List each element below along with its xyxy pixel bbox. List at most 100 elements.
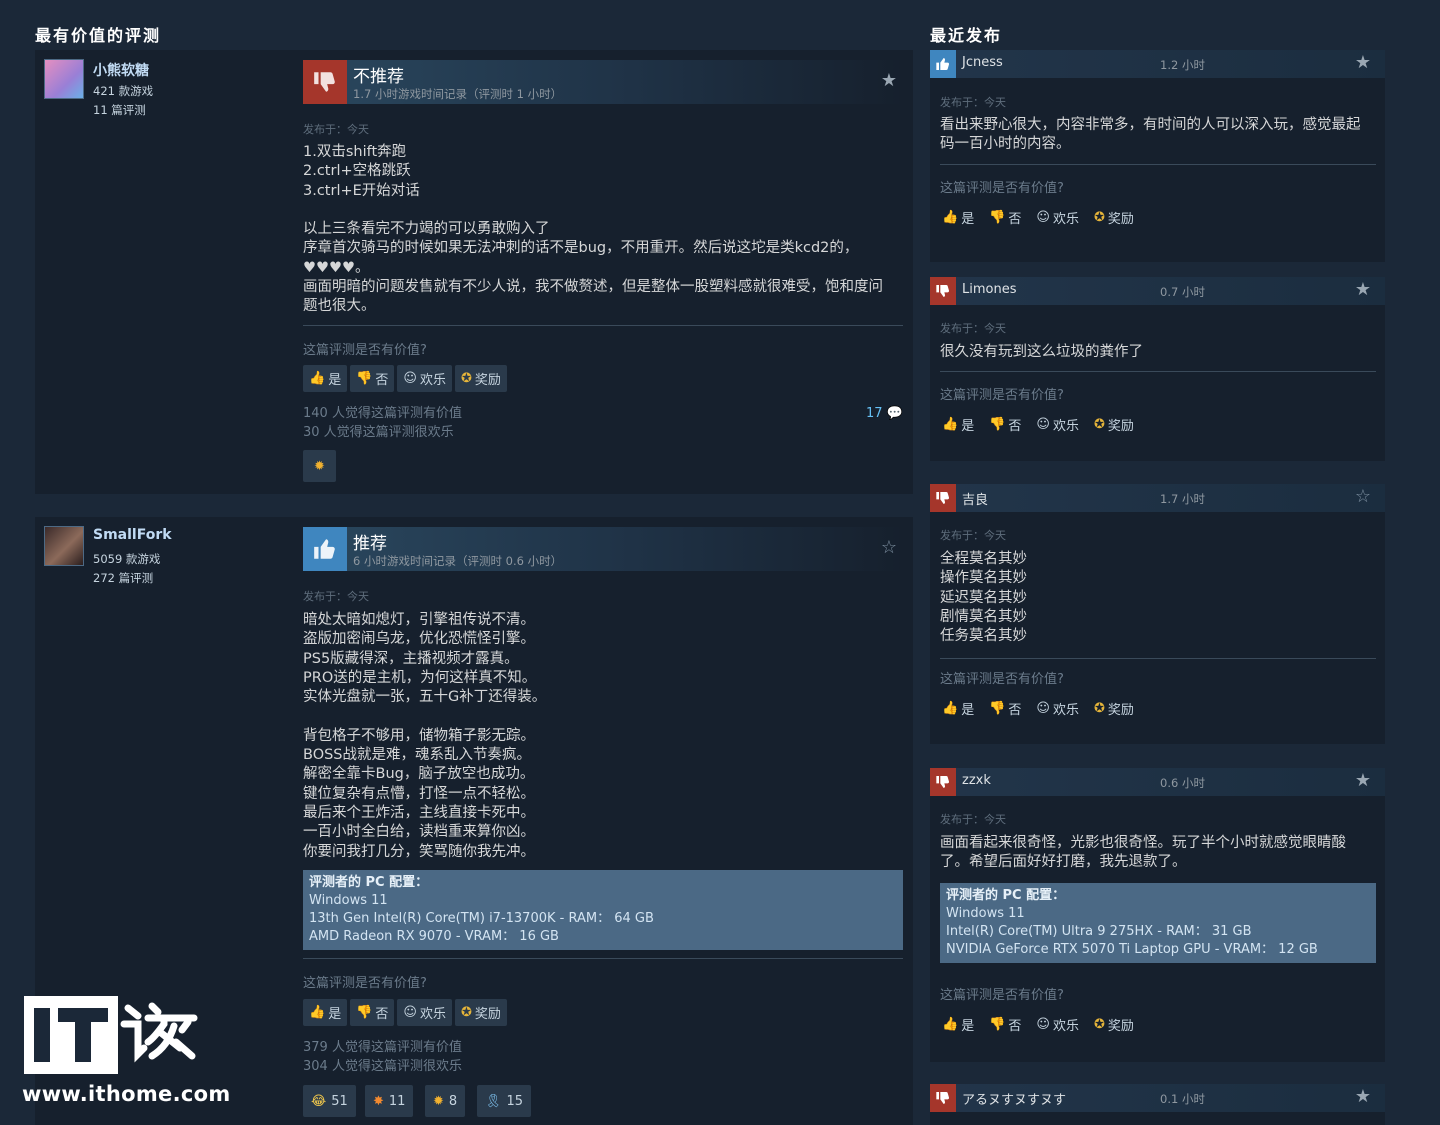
helpful-question: 这篇评测是否有价值? — [940, 988, 1064, 1003]
reviewer-name[interactable]: 小熊软糖 — [93, 60, 149, 80]
award-badge[interactable]: ✹ 8 — [425, 1085, 466, 1117]
star-outline-icon[interactable]: ☆ — [881, 537, 897, 558]
recent-review-header[interactable]: Jcness 1.2 小时 ★ — [930, 50, 1385, 78]
posted-date: 发布于：今天 — [303, 123, 369, 136]
posted-date: 发布于：今天 — [940, 529, 1006, 542]
no-label: 否 — [1008, 419, 1022, 434]
award-button[interactable]: ✪ 奖励 — [454, 365, 507, 392]
vote-buttons: 👍 是 👎 否 ☺ 欢乐 ✪ 奖励 — [936, 695, 1140, 722]
award-button[interactable]: ✪ 奖励 — [1088, 1011, 1140, 1038]
award-icon: ✪ — [1093, 417, 1105, 432]
star-outline-icon[interactable]: ☆ — [1355, 486, 1371, 507]
reviewer-name[interactable]: SmallFork — [93, 527, 172, 543]
funny-button[interactable]: ☺ 欢乐 — [1030, 695, 1085, 722]
divider — [303, 958, 903, 959]
no-button[interactable]: 👎 否 — [983, 1011, 1027, 1038]
star-icon[interactable]: ★ — [881, 70, 897, 91]
award-icon: ✪ — [1093, 1017, 1105, 1032]
star-icon[interactable]: ★ — [1355, 1086, 1371, 1107]
reviewer-reviews[interactable]: 11 篇评测 — [93, 102, 146, 118]
playtime: 0.6 小时 — [1160, 776, 1205, 790]
divider — [940, 658, 1376, 659]
yes-button[interactable]: 👍 是 — [936, 411, 980, 438]
review-header[interactable]: 推荐 6 小时游戏时间记录（评测时 0.6 小时） ☆ — [303, 527, 903, 571]
funny-button[interactable]: ☺ 欢乐 — [397, 365, 452, 392]
funny-label: 欢乐 — [1052, 703, 1079, 718]
review-text: 暗处太暗如熄灯，引擎祖传说不清。 盗版加密闹乌龙，优化恐慌怪引擎。 PS5版藏得… — [303, 612, 547, 860]
avatar[interactable] — [44, 526, 84, 566]
recent-review-header[interactable]: 吉良 1.7 小时 ☆ — [930, 484, 1385, 512]
no-label: 否 — [1008, 703, 1022, 718]
yes-button[interactable]: 👍 是 — [303, 365, 348, 392]
no-button[interactable]: 👎 否 — [983, 695, 1027, 722]
thumbs-down-icon — [930, 277, 956, 305]
review-header[interactable]: 不推荐 1.7 小时游戏时间记录（评测时 1 小时） ★ — [303, 60, 903, 104]
funny-button[interactable]: ☺ 欢乐 — [397, 999, 452, 1026]
award-button[interactable]: ✪ 奖励 — [1088, 695, 1140, 722]
thumbs-down-icon: 👎 — [356, 371, 373, 386]
most-helpful-title: 最有价值的评测 — [35, 26, 162, 45]
recent-review-header[interactable]: zzxk 0.6 小时 ★ — [930, 768, 1385, 796]
recent-review-header[interactable]: Limones 0.7 小时 ★ — [930, 277, 1385, 305]
playtime: 1.7 小时游戏时间记录（评测时 1 小时） — [353, 87, 563, 101]
yes-label: 是 — [328, 1007, 342, 1022]
award-badge[interactable]: 🎗 15 — [477, 1085, 532, 1117]
reviewer-name[interactable]: 吉良 — [962, 489, 988, 508]
pc-spec-line: Intel(R) Core(TM) Ultra 9 275HX - RAM： 3… — [946, 924, 1252, 939]
posted-date: 发布于：今天 — [303, 590, 369, 603]
smiley-icon: ☺ — [1036, 417, 1050, 432]
no-button[interactable]: 👎 否 — [983, 411, 1027, 438]
recent-review-header[interactable]: アるヌすヌすヌす 0.1 小时 ★ — [930, 1084, 1385, 1112]
fire-award-icon: ✸ — [373, 1093, 384, 1109]
award-badge[interactable]: ✸ 11 — [365, 1085, 414, 1117]
yes-button[interactable]: 👍 是 — [936, 695, 980, 722]
yes-button[interactable]: 👍 是 — [936, 1011, 980, 1038]
award-button[interactable]: ✪ 奖励 — [454, 999, 507, 1026]
award-medal-icon: ✹ — [314, 458, 325, 474]
reviewer-name[interactable]: Limones — [962, 282, 1016, 297]
vote-buttons: 👍 是 👎 否 ☺ 欢乐 ✪ 奖励 — [936, 1011, 1140, 1038]
star-icon[interactable]: ★ — [1355, 770, 1371, 791]
thumbs-down-icon: 👎 — [989, 417, 1006, 432]
ithome-logo-mark — [24, 996, 198, 1074]
divider — [940, 164, 1376, 165]
comment-count[interactable]: 17 💬 — [866, 406, 903, 421]
reviewer-name[interactable]: アるヌすヌすヌす — [962, 1089, 1066, 1108]
recent-review-card: 吉良 1.7 小时 ☆ 发布于：今天 全程莫名其妙 操作莫名其妙 延迟莫名其妙 … — [930, 484, 1385, 744]
pc-spec-box: 评测者的 PC 配置： Windows 11 Intel(R) Core(TM)… — [940, 883, 1376, 963]
avatar[interactable] — [44, 59, 84, 99]
award-label: 奖励 — [1107, 419, 1134, 434]
pc-spec-line: NVIDIA GeForce RTX 5070 Ti Laptop GPU - … — [946, 942, 1318, 957]
award-icon: ✪ — [1093, 210, 1105, 225]
yes-label: 是 — [961, 212, 975, 227]
funny-text: 30 人觉得这篇评测很欢乐 — [303, 425, 454, 440]
review-card: 小熊软糖 421 款游戏 11 篇评测 不推荐 1.7 小时游戏时间记录（评测时… — [35, 50, 913, 494]
reviewer-name[interactable]: zzxk — [962, 773, 991, 788]
award-button[interactable]: ✪ 奖励 — [1088, 204, 1140, 231]
reviewer-reviews[interactable]: 272 篇评测 — [93, 570, 153, 586]
reviewer-games[interactable]: 421 款游戏 — [93, 83, 153, 99]
funny-button[interactable]: ☺ 欢乐 — [1030, 204, 1085, 231]
yes-button[interactable]: 👍 是 — [303, 999, 348, 1026]
funny-button[interactable]: ☺ 欢乐 — [1030, 1011, 1085, 1038]
award-badge[interactable]: 😂 51 — [303, 1085, 356, 1117]
helpful-count: 379 人觉得这篇评测有价值 304 人觉得这篇评测很欢乐 — [303, 1038, 462, 1076]
recent-title: 最近发布 — [930, 26, 1003, 45]
thumbs-up-icon: 👍 — [942, 701, 959, 716]
reviewer-name[interactable]: Jcness — [962, 55, 1003, 70]
award-icon: ✪ — [460, 371, 472, 386]
no-button[interactable]: 👎 否 — [350, 365, 395, 392]
no-button[interactable]: 👎 否 — [983, 204, 1027, 231]
funny-label: 欢乐 — [1052, 419, 1079, 434]
award-label: 奖励 — [1107, 703, 1134, 718]
funny-button[interactable]: ☺ 欢乐 — [1030, 411, 1085, 438]
star-icon[interactable]: ★ — [1355, 52, 1371, 73]
no-button[interactable]: 👎 否 — [350, 999, 395, 1026]
yes-button[interactable]: 👍 是 — [936, 204, 980, 231]
award-button[interactable]: ✪ 奖励 — [1088, 411, 1140, 438]
yes-label: 是 — [961, 419, 975, 434]
funny-label: 欢乐 — [419, 373, 446, 388]
reviewer-games[interactable]: 5059 款游戏 — [93, 551, 160, 567]
award-badge[interactable]: ✹ — [303, 450, 336, 482]
star-icon[interactable]: ★ — [1355, 279, 1371, 300]
